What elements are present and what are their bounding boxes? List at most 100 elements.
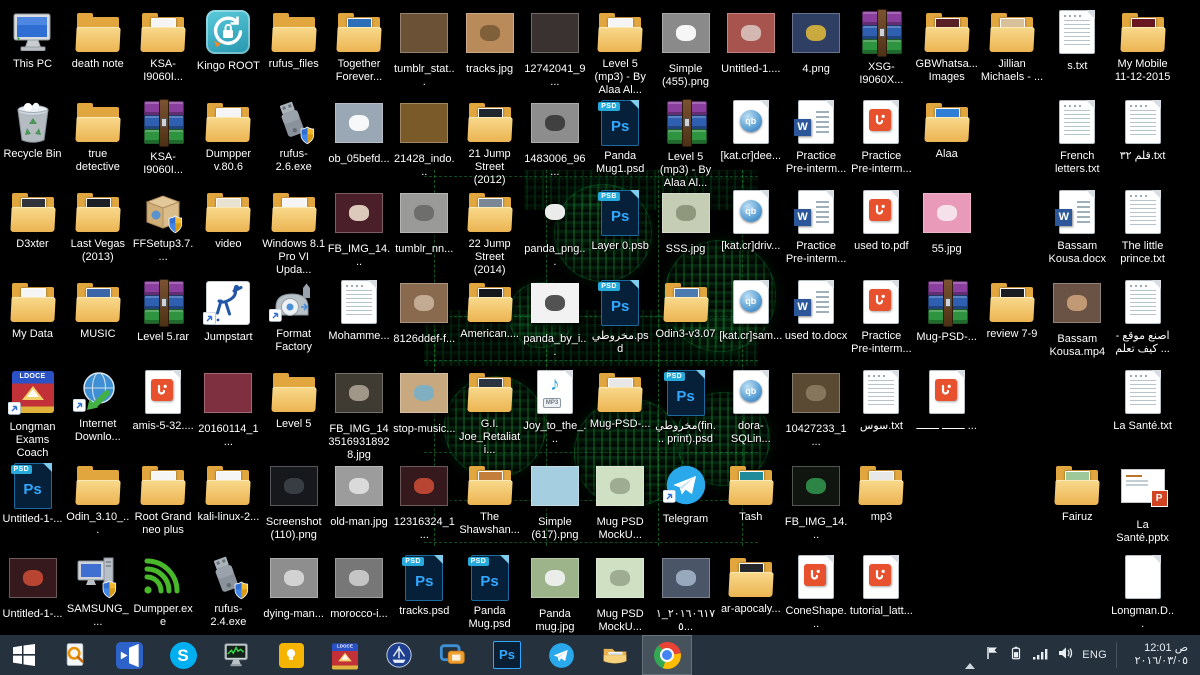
desktop-icon[interactable]: panda_png... [523,188,586,269]
desktop-icon[interactable]: FB_IMG_14... [785,461,848,542]
desktop-icon[interactable]: Format Factory [262,278,325,354]
clock[interactable]: 12:01 ص ٢٠١٦/٠٣/٠٥ [1126,642,1192,668]
desktop-icon[interactable]: Last Vegas (2013) [66,188,129,264]
desktop-icon[interactable]: qbdora-SQLin... [719,368,782,446]
desktop-icon[interactable]: ar-apocaly... [719,553,782,616]
desktop-icon[interactable]: Windows 8.1 Pro VI Upda... [262,188,325,277]
desktop-icon[interactable]: s.txt [1046,8,1109,73]
taskbar-skype[interactable]: S [156,635,210,675]
desktop-icon[interactable]: سوس.txt [850,368,913,433]
desktop-icon[interactable]: PSDPsمخروطي.psd [589,278,652,356]
network-button[interactable] [1032,645,1048,666]
desktop-icon[interactable]: Internet Downlo... [66,368,129,444]
desktop-icon[interactable]: Untitled-1.... [719,8,782,76]
taskbar-photoshop[interactable]: Ps [480,635,534,675]
desktop-icon[interactable]: rufus-2.4.exe [197,553,260,629]
desktop-icon[interactable]: mp3 [850,461,913,524]
desktop-icon[interactable]: PLa Santé.pptx [1111,461,1174,545]
desktop-icon[interactable]: PSDPsPanda Mug1.psd [589,98,652,176]
desktop-icon[interactable]: rufus_files [262,8,325,71]
taskbar-search-everything[interactable] [48,635,102,675]
desktop-icon[interactable]: 4.png [785,8,848,76]
desktop-icon[interactable]: ♪MP3Joy_to_the_... [523,368,586,446]
desktop-icon[interactable]: Wused to.docx [785,278,848,343]
desktop-icon[interactable]: FFSetup3.7.... [132,188,195,264]
desktop-icon[interactable]: panda_by_i... [523,278,586,359]
desktop-icon[interactable]: true detective [66,98,129,174]
desktop-icon[interactable]: Practice Pre-interm... [850,98,913,176]
desktop-icon[interactable]: PSDPsUntitled-1-... [1,461,64,526]
desktop-icon[interactable]: 12316324_1... [393,461,456,542]
desktop-icon[interactable]: ConeShape... [785,553,848,631]
taskbar-google-keep[interactable] [264,635,318,675]
desktop-icon[interactable]: qb[kat.cr]driv... [719,188,782,253]
desktop-icon[interactable]: Together Forever... [328,8,391,84]
desktop-icon[interactable]: Mug-PSD-... [589,368,652,431]
desktop-icon[interactable]: D3xter [1,188,64,251]
desktop-icon[interactable]: SSS.jpg [654,188,717,256]
desktop-icon[interactable]: Telegram [654,461,717,526]
desktop-icon[interactable]: ob_05befd... [328,98,391,166]
desktop-icon[interactable]: The Shawshan... [458,461,521,537]
desktop-icon[interactable]: Dumpper v.80.6 [197,98,260,174]
desktop-icon[interactable]: 8126ddef-f... [393,278,456,346]
taskbar-vmware-workstation[interactable] [426,635,480,675]
desktop-icon[interactable]: PSDPsمخروطي(fin... print).psd [654,368,717,446]
desktop-icon[interactable]: 12742041_9... [523,8,586,89]
taskbar-chrome[interactable] [642,635,692,675]
taskbar-visual-studio[interactable] [102,635,156,675]
desktop-icon[interactable]: amis-5-32.... [132,368,195,433]
desktop-icon[interactable]: video [197,188,260,251]
desktop-icon[interactable]: stop-music... [393,368,456,436]
desktop-icon[interactable]: Jillian Michaels - ... [981,8,1044,84]
desktop-icon[interactable]: 1483006_96... [523,98,586,179]
desktop-icon[interactable]: My Mobile 11-12-2015 [1111,8,1174,84]
desktop-icon[interactable]: Practice Pre-interm... [850,278,913,356]
desktop-icon[interactable]: Recycle Bin [1,98,64,161]
desktop-icon[interactable]: French letters.txt [1046,98,1109,176]
taskbar-ship-globe-app[interactable] [372,635,426,675]
desktop-icon[interactable]: SAMSUNG_... [66,553,129,629]
desktop-icon[interactable]: kali-linux-2... [197,461,260,524]
desktop-icon[interactable]: 10427233_1... [785,368,848,449]
desktop-icon[interactable]: 55.jpg [915,188,978,256]
desktop-icon[interactable]: G.I. Joe_Retaliati... [458,368,521,457]
start-button[interactable] [0,635,48,675]
desktop-icon[interactable]: FB_IMG_14... [328,188,391,269]
desktop-icon[interactable]: PSBPsLayer 0.psb [589,188,652,253]
desktop-icon[interactable]: Level 5 [262,368,325,431]
action-center-button[interactable] [984,645,1000,666]
hidden-icons-button[interactable] [965,646,975,664]
desktop-icon[interactable]: Untitled-1-... [1,553,64,621]
desktop-icon[interactable]: La Santé.txt [1111,368,1174,433]
desktop-icon[interactable]: 20160114_1... [197,368,260,449]
taskbar-ldoce-dictionary[interactable]: LDOCE [318,635,372,675]
desktop-icon[interactable]: WPractice Pre-interm... [785,98,848,176]
desktop-icon[interactable]: Level 5 (mp3) - By Alaa Al... [589,8,652,97]
desktop-icon[interactable]: MUSIC [66,278,129,341]
desktop-icon[interactable]: ٢٠١٦٠٦١٧_١٥... [654,553,717,634]
desktop-icon[interactable]: Kingo ROOT [197,8,260,73]
desktop-icon[interactable]: GBWhatsa... Images [915,8,978,84]
desktop-icon[interactable]: Alaa [915,98,978,161]
desktop-icon[interactable]: dying-man... [262,553,325,621]
taskbar-system-monitor[interactable] [210,635,264,675]
desktop-icon[interactable]: Root Grand neo plus [132,461,195,537]
desktop-icon[interactable]: KSA-I9060I... [132,98,195,177]
desktop-icon[interactable]: used to.pdf [850,188,913,253]
desktop-icon[interactable]: قلم ٣٢.txt [1111,98,1174,163]
desktop-icon[interactable]: Level 5 (mp3) - By Alaa Al... [654,98,717,190]
language-indicator[interactable]: ENG [1082,649,1107,661]
desktop-icon[interactable]: My Data [1,278,64,341]
volume-button[interactable] [1057,645,1073,666]
taskbar-telegram[interactable] [534,635,588,675]
desktop-icon[interactable]: 21428_indo... [393,98,456,179]
desktop-icon[interactable]: FB_IMG_1435169318928.jpg [328,368,391,462]
desktop-icon[interactable]: ـــــــ ـــــــ ... [915,368,978,433]
desktop-icon[interactable]: KSA-I9060I... [132,8,195,84]
desktop-icon[interactable]: This PC [1,8,64,71]
desktop-icon[interactable]: Mug PSD MockU... [589,461,652,542]
desktop-icon[interactable]: PSDPstracks.psd [393,553,456,618]
desktop-icon[interactable]: Dumpper.exe [132,553,195,629]
desktop-icon[interactable]: PSDPsPanda Mug.psd [458,553,521,631]
